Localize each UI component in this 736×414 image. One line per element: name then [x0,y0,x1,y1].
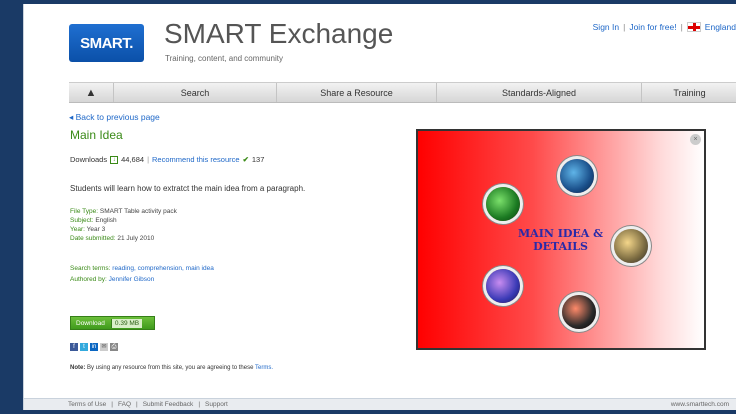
note-text: By using any resource from this site, yo… [87,365,254,371]
search-term-link[interactable]: comprehension, [138,265,184,272]
close-icon[interactable]: × [690,134,701,145]
activity-orb-icon [486,187,520,221]
join-link[interactable]: Join for free! [629,22,676,32]
smart-logo[interactable]: SMART. [69,24,144,62]
terms-link[interactable]: Terms. [255,365,273,371]
site-tagline: Training, content, and community [165,54,283,63]
preview-title-line1: MAIN IDEA & [518,227,604,240]
back-link[interactable]: ◂ Back to previous page [69,112,160,123]
download-button-label: Download [76,319,105,327]
main-nav: ▲ Search Share a Resource Standards-Alig… [69,82,736,103]
search-term-link[interactable]: reading, [112,265,136,272]
author-link[interactable]: Jennifer Gibson [109,276,155,283]
search-terms-row: Search terms: reading, comprehension, ma… [70,265,214,272]
downloads-label: Downloads [70,155,108,164]
footer-url[interactable]: www.smarttech.com [671,401,729,408]
subject-row: Subject: English [70,217,117,224]
subject-value: English [95,217,117,224]
year-value: Year 3 [86,226,106,233]
twitter-icon[interactable]: t [80,343,88,351]
share-icons: f t in ✉ ⎙ [70,343,118,351]
nav-share-resource[interactable]: Share a Resource [277,83,437,102]
site-title: SMART Exchange [164,18,394,49]
resource-description: Students will learn how to extratct the … [70,184,306,193]
downloads-row: Downloads ↓ 44,684 | Recommend this reso… [70,155,264,164]
year-label: Year: [70,226,85,233]
year-row: Year: Year 3 [70,226,105,233]
nav-standards-aligned[interactable]: Standards-Aligned [437,83,642,102]
author-label: Authored by: [70,276,107,283]
download-count-icon: ↓ [110,155,119,164]
divider: | [147,155,150,164]
linkedin-icon[interactable]: in [90,343,98,351]
file-type-label: File Type: [70,208,99,215]
recommend-count: 137 [251,155,265,164]
region-link[interactable]: England [705,22,736,32]
recommend-link[interactable]: Recommend this resource [152,155,240,164]
divider: | [136,401,138,408]
resource-preview-image[interactable]: × MAIN IDEA & DETAILS [416,129,706,350]
note-label: Note: [70,365,86,371]
activity-orb-icon [560,159,594,193]
facebook-icon[interactable]: f [70,343,78,351]
divider: | [680,22,683,32]
divider: | [111,401,113,408]
nav-training[interactable]: Training [642,83,736,102]
print-icon[interactable]: ⎙ [110,343,118,351]
author-row: Authored by: Jennifer Gibson [70,276,154,283]
nav-search[interactable]: Search [114,83,277,102]
sign-in-link[interactable]: Sign In [593,22,619,32]
top-links: Sign In | Join for free! | England [593,22,736,32]
subject-label: Subject: [70,217,94,224]
footer-link-feedback[interactable]: Submit Feedback [143,401,194,408]
footer: Terms of Use | FAQ | Submit Feedback | S… [24,398,736,410]
search-term-link[interactable]: main idea [186,265,214,272]
back-link-label[interactable]: Back to previous page [76,112,160,122]
page: SMART. SMART Exchange Training, content,… [23,4,736,410]
downloads-count: 44,684 [121,155,145,164]
footer-link-terms[interactable]: Terms of Use [68,401,106,408]
file-type-row: File Type: SMART Table activity pack [70,208,177,215]
footer-link-faq[interactable]: FAQ [118,401,131,408]
check-icon: ✔ [242,155,249,164]
chevron-left-icon: ◂ [69,112,76,122]
divider: | [198,401,201,408]
activity-orb-icon [562,295,596,329]
file-type-value: SMART Table activity pack [99,208,177,215]
search-terms-label: Search terms: [70,265,111,272]
download-button[interactable]: Download 0.39 MB [70,316,155,330]
email-icon[interactable]: ✉ [100,343,108,351]
home-icon: ▲ [85,86,97,99]
preview-title: MAIN IDEA & DETAILS [518,227,603,253]
activity-orb-icon [486,269,520,303]
activity-orb-icon [614,229,648,263]
england-flag-icon [686,22,701,32]
download-size: 0.39 MB [110,318,143,328]
date-row: Date submitted: 21 July 2010 [70,235,154,242]
date-label: Date submitted: [70,235,116,242]
resource-title: Main Idea [70,128,123,142]
preview-title-line2: DETAILS [533,240,588,253]
divider: | [623,22,626,32]
footer-link-support[interactable]: Support [205,401,228,408]
terms-note: Note: By using any resource from this si… [70,365,273,371]
date-value: 21 July 2010 [117,235,155,242]
nav-home[interactable]: ▲ [69,83,114,102]
